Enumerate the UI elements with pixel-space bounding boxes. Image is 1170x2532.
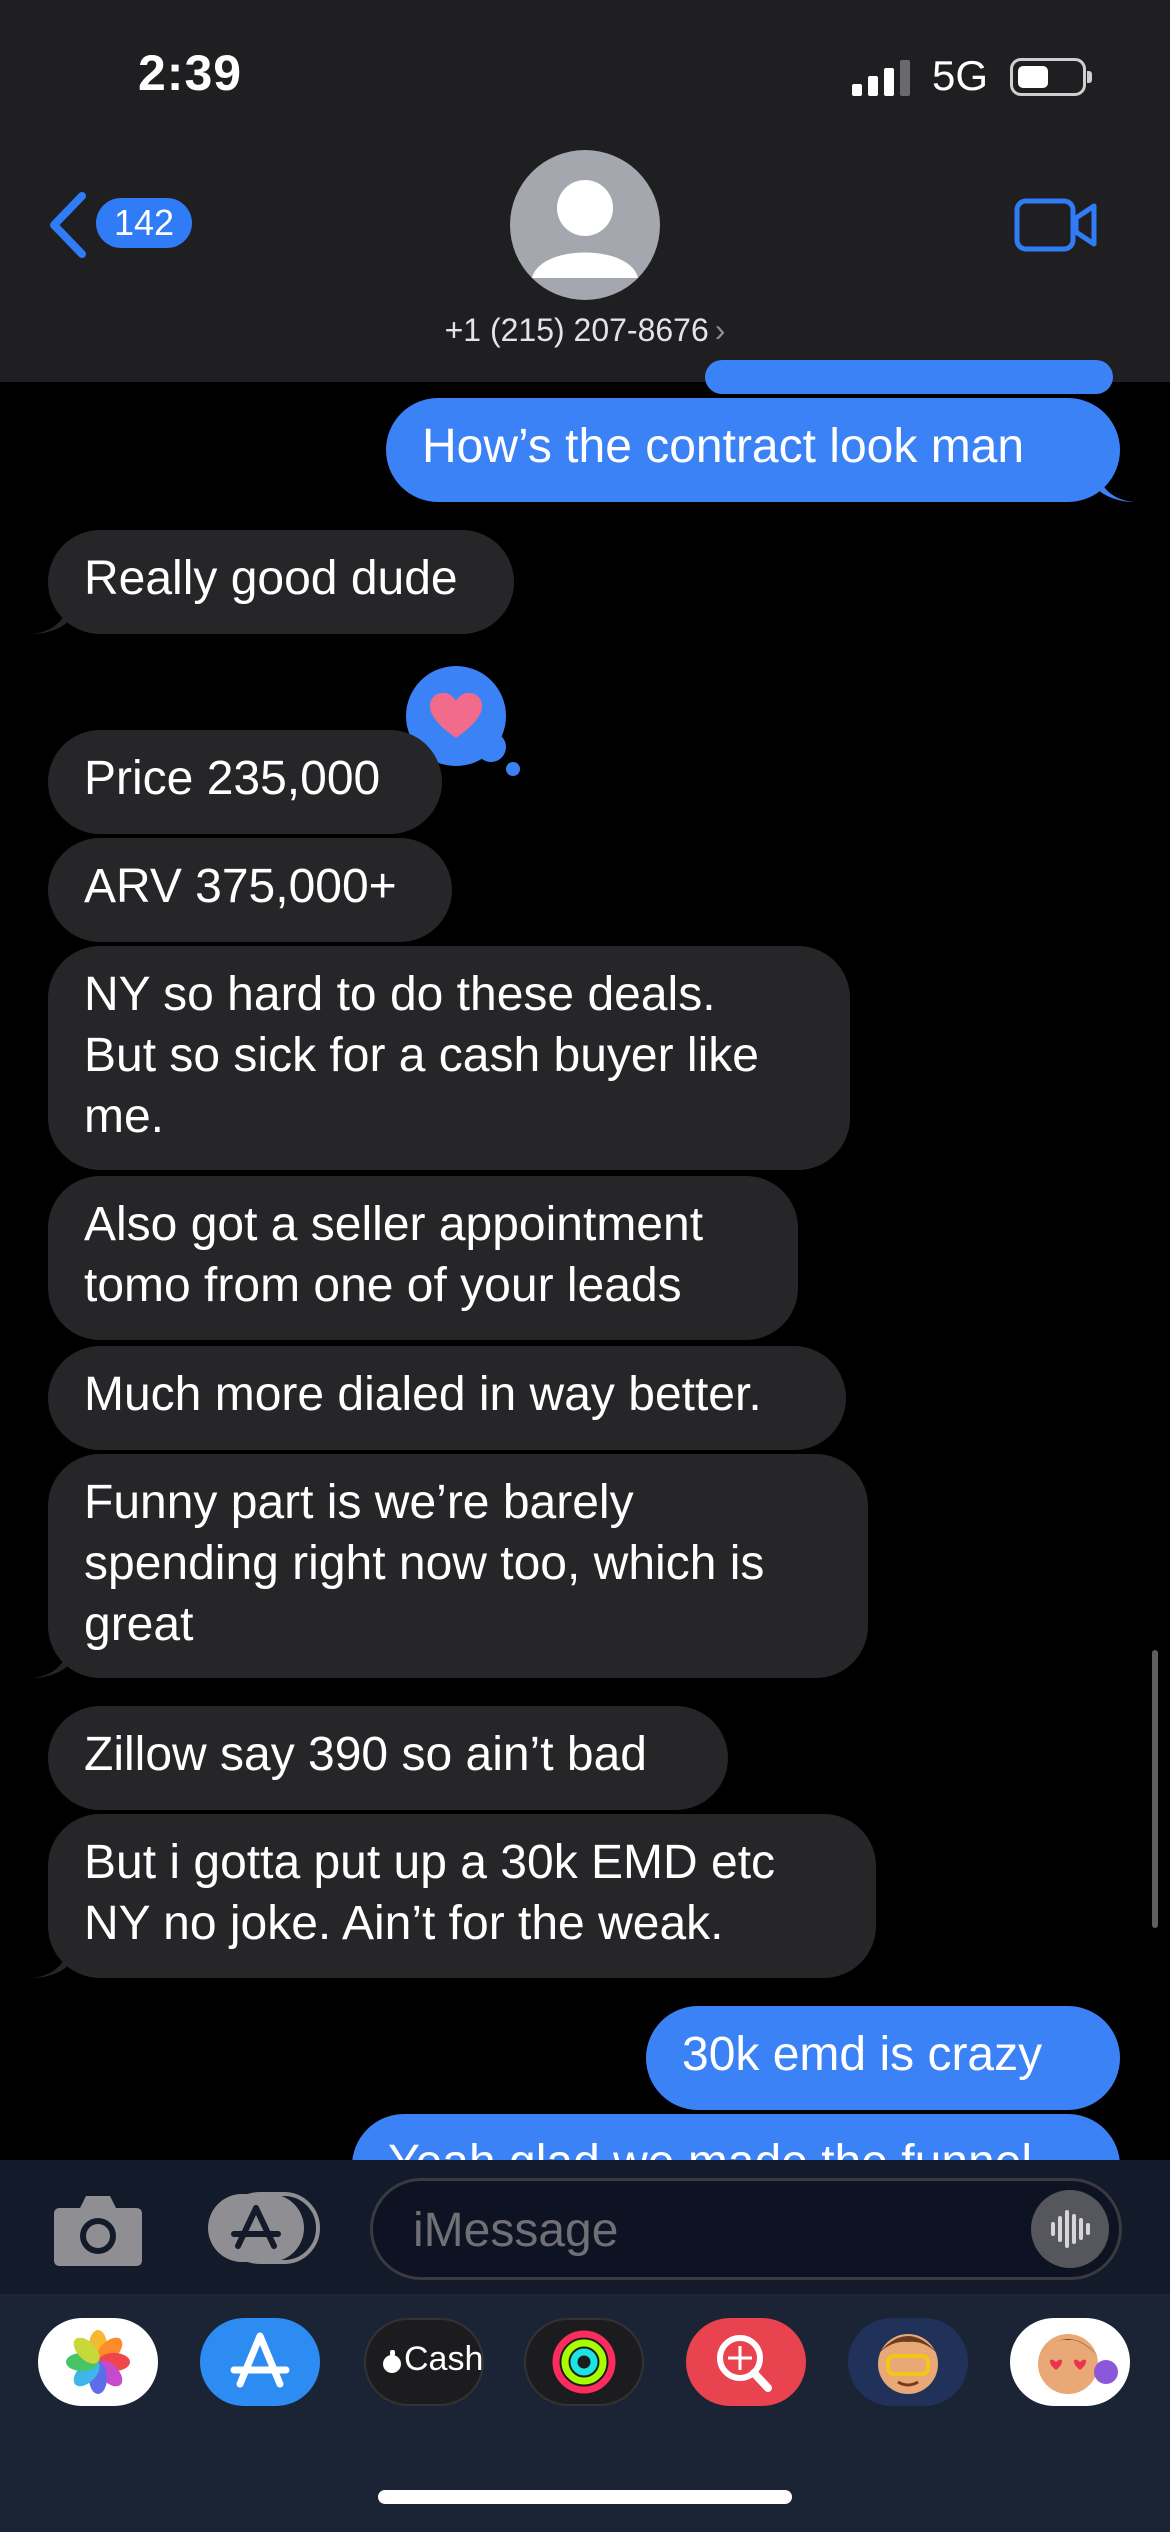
bubble-tail [32, 598, 70, 634]
app-images-search[interactable] [686, 2318, 806, 2406]
message-line: NY so hard to do these deals. [84, 968, 716, 1021]
chevron-right-icon: › [714, 312, 726, 348]
unread-count-badge[interactable]: 142 [96, 198, 193, 248]
message-line: Also got a seller appointment [84, 1198, 704, 1251]
message-line: But so sick for a cash buyer like [84, 1029, 759, 1082]
message-bubble-incoming[interactable]: Much more dialed in way better. [48, 1346, 846, 1450]
home-indicator[interactable] [378, 2490, 792, 2504]
message-bubble-outgoing-partial[interactable] [705, 360, 1113, 394]
contact-avatar[interactable] [510, 150, 660, 300]
bubble-tail [32, 1942, 70, 1978]
message-bubble-outgoing[interactable]: 30k emd is crazy [646, 2006, 1120, 2110]
memoji-icon [878, 2334, 938, 2394]
message-bubble-incoming[interactable]: Really good dude [48, 530, 514, 634]
message-input-placeholder: iMessage [413, 2204, 619, 2257]
bubble-tail [32, 1642, 70, 1678]
status-time: 2:39 [138, 45, 243, 101]
camera-icon[interactable] [52, 2190, 144, 2268]
message-text: Much more dialed in way better. [84, 1368, 762, 1421]
battery-icon [1010, 58, 1092, 96]
app-app-store[interactable] [200, 2318, 320, 2406]
message-bubble-incoming[interactable]: Also got a seller appointment tomo from … [48, 1176, 798, 1340]
facetime-video-icon[interactable] [1014, 196, 1098, 254]
app-activity[interactable] [524, 2318, 644, 2406]
message-bubble-incoming[interactable]: ARV 375,000+ [48, 838, 452, 942]
audio-message-button[interactable] [1031, 2190, 1109, 2268]
message-bubble-incoming[interactable]: Funny part is we’re barely spending righ… [48, 1454, 868, 1678]
photos-icon [66, 2330, 130, 2394]
message-text: 30k emd is crazy [682, 2028, 1043, 2081]
message-line: But i gotta put up a 30k EMD etc [84, 1836, 776, 1889]
message-text: Really good dude [84, 552, 458, 605]
person-icon [532, 180, 638, 278]
message-text: Price 235,000 [84, 752, 381, 805]
app-memoji-stickers[interactable] [1010, 2318, 1130, 2406]
network-label: 5G [932, 52, 989, 99]
message-text: ARV 375,000+ [84, 860, 397, 913]
activity-rings-icon [552, 2330, 616, 2394]
message-line: Funny part is we’re barely [84, 1476, 634, 1529]
conversation-header: 2:39 5G 142 +1 (215) 207-8676 › [0, 0, 1170, 382]
contact-name[interactable]: +1 (215) 207-8676 › [0, 312, 1170, 349]
app-memoji[interactable] [848, 2318, 968, 2406]
reaction-tail-dot [506, 762, 520, 776]
message-bubble-incoming[interactable]: Zillow say 390 so ain’t bad [48, 1706, 728, 1810]
cash-label: Cash [404, 2340, 484, 2378]
app-store-icon [230, 2332, 290, 2388]
images-search-icon [717, 2335, 772, 2392]
scrollbar[interactable] [1152, 1650, 1158, 1928]
contact-number: +1 (215) 207-8676 [444, 312, 709, 348]
message-bubble-incoming[interactable]: Price 235,000 [48, 730, 442, 834]
message-line: spending right now too, which is [84, 1537, 765, 1590]
message-text: Zillow say 390 so ain’t bad [84, 1728, 647, 1781]
message-input[interactable]: iMessage [370, 2178, 1122, 2280]
message-line: me. [84, 1090, 165, 1143]
back-chevron-icon[interactable] [46, 190, 90, 260]
message-line: great [84, 1598, 194, 1651]
memoji-stickers-icon [1038, 2334, 1118, 2394]
reaction-tail-dot [476, 732, 506, 762]
message-bubble-outgoing[interactable]: How’s the contract look man [386, 398, 1120, 502]
app-photos[interactable] [38, 2318, 158, 2406]
message-bubble-incoming[interactable]: NY so hard to do these deals. But so sic… [48, 946, 850, 1170]
message-line: NY no joke. Ain’t for the weak. [84, 1897, 724, 1950]
app-cash[interactable]: Cash [364, 2318, 484, 2406]
message-bubble-incoming[interactable]: But i gotta put up a 30k EMD etc NY no j… [48, 1814, 876, 1978]
bubble-tail [1096, 466, 1134, 502]
waveform-icon [1051, 2210, 1090, 2248]
message-text: How’s the contract look man [422, 420, 1025, 473]
message-line: tomo from one of your leads [84, 1259, 682, 1312]
signal-icon [852, 60, 910, 96]
app-store-apps-icon[interactable] [208, 2192, 320, 2264]
